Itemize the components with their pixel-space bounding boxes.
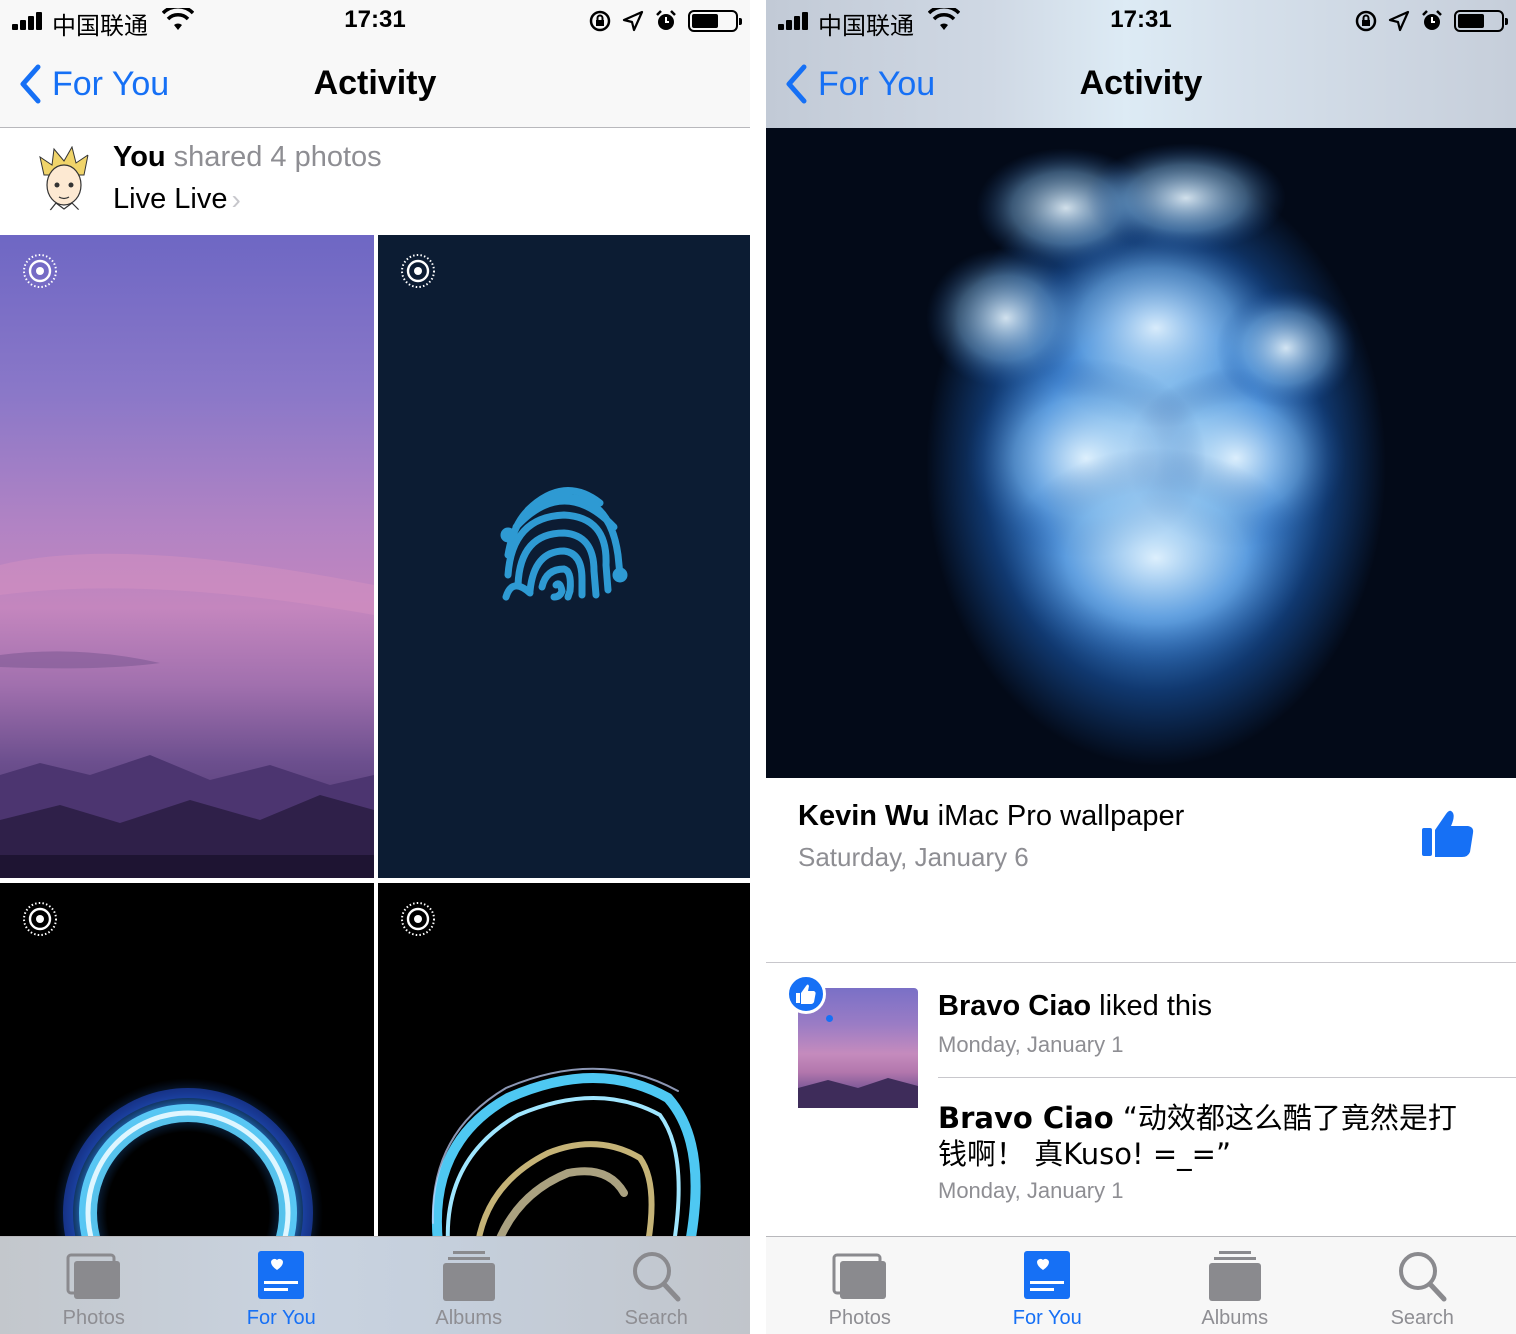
live-photo-icon <box>401 254 435 288</box>
hero-photo[interactable] <box>766 128 1516 778</box>
tab-for-you[interactable]: For You <box>954 1237 1142 1334</box>
alarm-icon <box>656 10 676 30</box>
shared-by: You <box>113 141 166 173</box>
activity-date: Monday, January 1 <box>938 1178 1124 1203</box>
tab-albums[interactable]: Albums <box>1141 1237 1329 1334</box>
tab-label: Albums <box>435 1307 503 1329</box>
glowing-ring <box>53 1078 323 1243</box>
search-icon <box>633 1252 681 1302</box>
divider <box>938 1077 1516 1078</box>
photos-icon <box>66 1253 120 1299</box>
tab-for-you[interactable]: For You <box>188 1237 376 1334</box>
albums-icon <box>442 1251 495 1301</box>
photos-icon <box>832 1253 886 1299</box>
tab-photos[interactable]: Photos <box>766 1237 954 1334</box>
post-date: Saturday, January 6 <box>798 842 1029 872</box>
shared-count: shared 4 photos <box>165 141 382 173</box>
right-screen: 中国联通 17:31 For You Activity Kevin Wu iMa… <box>766 0 1516 1334</box>
activity-like: Bravo Ciao liked this <box>938 990 1212 1023</box>
badge-dot <box>826 1015 833 1022</box>
orientation-lock-icon <box>589 10 611 32</box>
tab-bar: Photos For You Albums Search <box>0 1236 750 1334</box>
tab-label: Search <box>1390 1307 1454 1329</box>
activity-user: Bravo Ciao <box>938 990 1092 1022</box>
tab-albums[interactable]: Albums <box>375 1237 563 1334</box>
chevron-right-icon: › <box>231 183 241 215</box>
tab-label: Photos <box>828 1307 891 1329</box>
smoke-cloud <box>926 143 1356 668</box>
page-title: Activity <box>313 64 437 102</box>
alarm-icon <box>1422 10 1442 30</box>
tab-photos[interactable]: Photos <box>0 1237 188 1334</box>
tab-label: Albums <box>1201 1307 1269 1329</box>
photo-tile-fingerprint[interactable] <box>378 235 750 878</box>
tab-search[interactable]: Search <box>1329 1237 1516 1334</box>
post-title: Kevin Wu iMac Pro wallpaper <box>798 800 1184 833</box>
screen-gap <box>750 0 766 1334</box>
status-bar: 中国联通 17:31 <box>766 0 1516 40</box>
status-icons <box>1354 8 1508 34</box>
tab-search[interactable]: Search <box>563 1237 751 1334</box>
for-you-icon <box>1024 1251 1071 1299</box>
shared-summary: You shared 4 photos <box>113 141 382 174</box>
left-screen: 中国联通 17:31 For You Activity You shared 4… <box>0 0 750 1334</box>
page-title: Activity <box>1079 64 1203 102</box>
post-caption: iMac Pro wallpaper <box>929 800 1185 832</box>
activity-comment: Bravo Ciao “动效都这么酷了竟然是打钱啊！ 真Kuso! =_=” <box>938 1100 1478 1172</box>
tab-label: Search <box>624 1307 688 1329</box>
status-icons <box>588 8 742 34</box>
live-photo-icon <box>23 254 57 288</box>
battery-icon <box>688 10 742 32</box>
thumbs-up-icon[interactable] <box>1420 806 1476 862</box>
for-you-icon <box>258 1251 305 1299</box>
post-author: Kevin Wu <box>798 800 930 832</box>
shared-album-header[interactable]: You shared 4 photos Live Live › <box>0 129 750 235</box>
neon-wave <box>431 1067 701 1243</box>
album-link[interactable]: Live Live › <box>113 183 241 216</box>
sunset-landscape <box>0 553 374 878</box>
avatar <box>30 145 98 213</box>
location-icon <box>622 10 644 32</box>
activity-user: Bravo Ciao <box>938 1101 1114 1135</box>
status-bar: 中国联通 17:31 <box>0 0 750 40</box>
location-icon <box>1388 10 1410 32</box>
album-name: Live Live <box>113 183 228 215</box>
photo-tile-neon-wave[interactable] <box>378 883 750 1243</box>
activity-date: Monday, January 1 <box>938 1032 1124 1057</box>
albums-icon <box>1208 1251 1261 1301</box>
navigation-bar: For You Activity <box>766 40 1516 128</box>
orientation-lock-icon <box>1355 10 1377 32</box>
tab-label: Photos <box>62 1307 125 1329</box>
photo-tile-blue-ring[interactable] <box>0 883 374 1243</box>
search-icon <box>1399 1252 1447 1302</box>
tab-bar: Photos For You Albums Search <box>766 1236 1516 1334</box>
tab-label: For You <box>1012 1307 1082 1329</box>
like-badge <box>786 974 826 1014</box>
fingerprint-icon <box>500 487 628 601</box>
live-photo-icon <box>401 902 435 936</box>
photo-tile-sunset[interactable] <box>0 235 374 878</box>
battery-icon <box>1454 10 1508 32</box>
activity-text: liked this <box>1091 990 1212 1022</box>
tab-label: For You <box>246 1307 316 1329</box>
live-photo-icon <box>23 902 57 936</box>
thumbs-up-icon <box>796 984 816 1004</box>
divider <box>766 962 1516 963</box>
navigation-bar: For You Activity <box>0 40 750 128</box>
